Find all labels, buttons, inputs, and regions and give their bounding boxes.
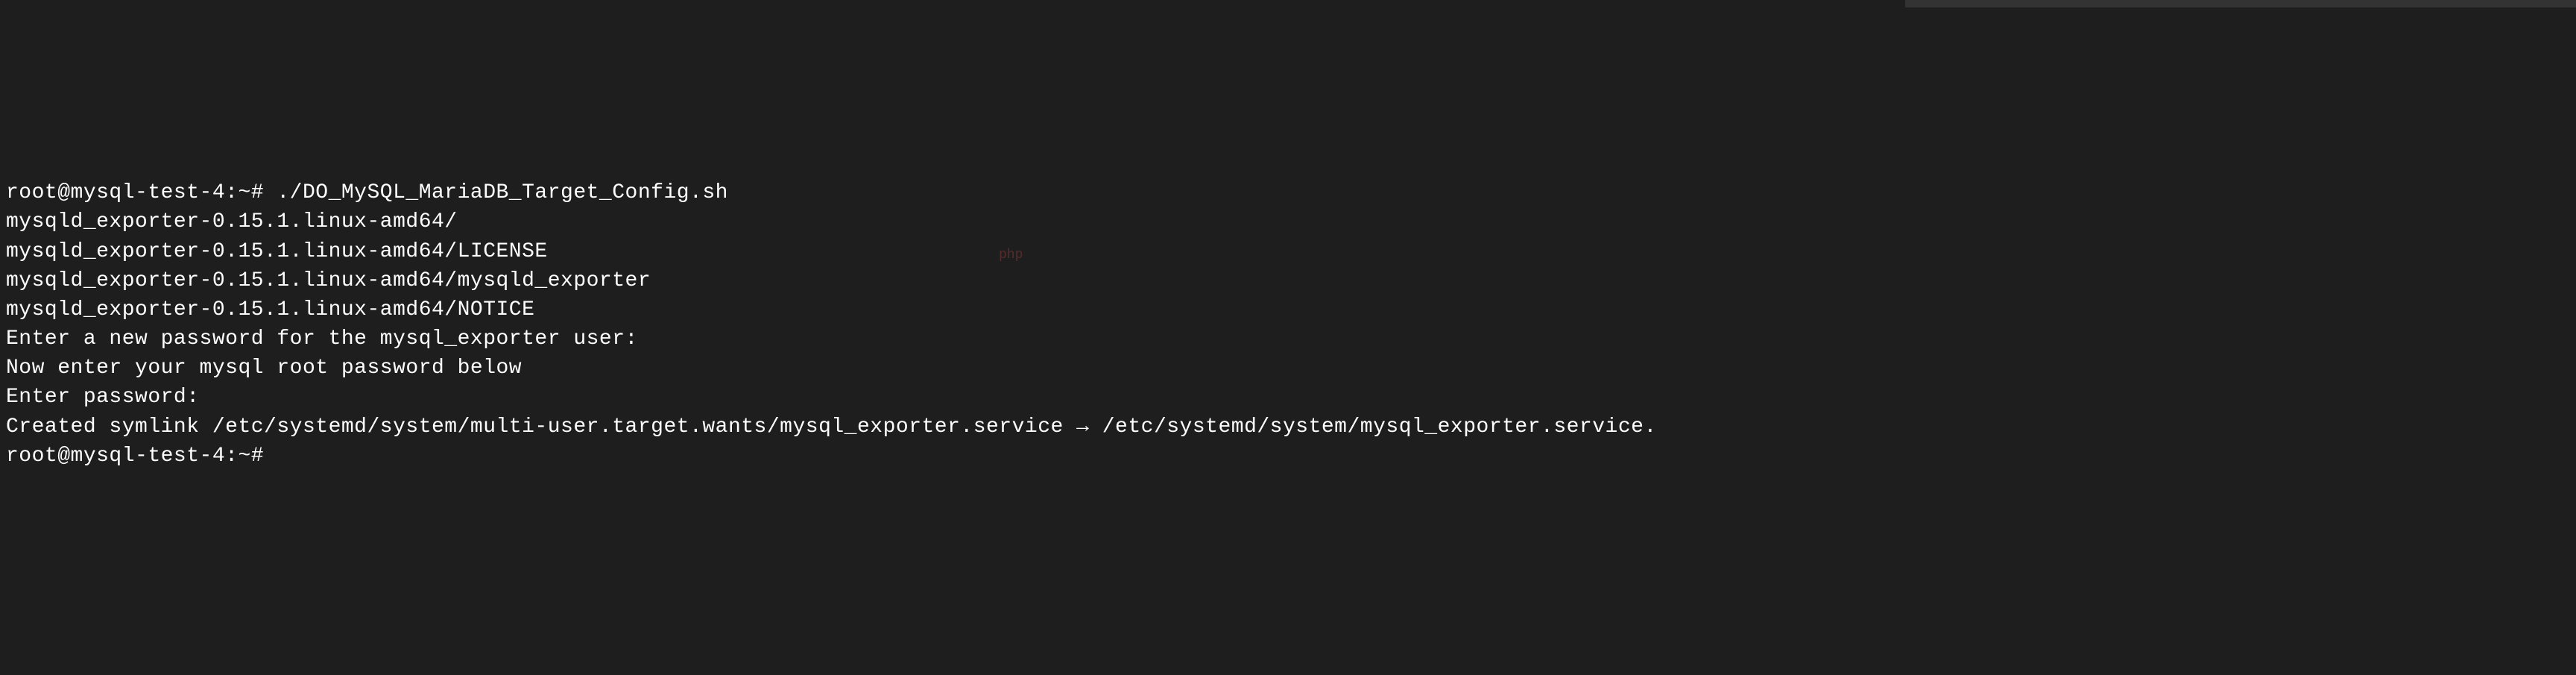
watermark: php bbox=[999, 246, 1023, 265]
output-line-2: mysqld_exporter-0.15.1.linux-amd64/LICEN… bbox=[6, 240, 548, 263]
output-line-7: Enter password: bbox=[6, 386, 200, 409]
output-line-4: mysqld_exporter-0.15.1.linux-amd64/NOTIC… bbox=[6, 298, 534, 321]
prompt-line-2: root@mysql-test-4:~# bbox=[6, 445, 277, 468]
prompt-line-1: root@mysql-test-4:~# ./DO_MySQL_MariaDB_… bbox=[6, 181, 728, 204]
output-line-8: Created symlink /etc/systemd/system/mult… bbox=[6, 415, 1657, 439]
command-1: ./DO_MySQL_MariaDB_Target_Config.sh bbox=[277, 181, 728, 204]
output-line-6: Now enter your mysql root password below bbox=[6, 357, 522, 380]
prompt-1: root@mysql-test-4:~# bbox=[6, 181, 277, 204]
output-line-5: Enter a new password for the mysql_expor… bbox=[6, 327, 638, 351]
output-line-3: mysqld_exporter-0.15.1.linux-amd64/mysql… bbox=[6, 269, 651, 292]
output-line-1: mysqld_exporter-0.15.1.linux-amd64/ bbox=[6, 210, 458, 233]
terminal-output[interactable]: root@mysql-test-4:~# ./DO_MySQL_MariaDB_… bbox=[6, 178, 2570, 471]
tab-bar bbox=[1905, 0, 2576, 7]
prompt-2: root@mysql-test-4:~# bbox=[6, 445, 277, 468]
